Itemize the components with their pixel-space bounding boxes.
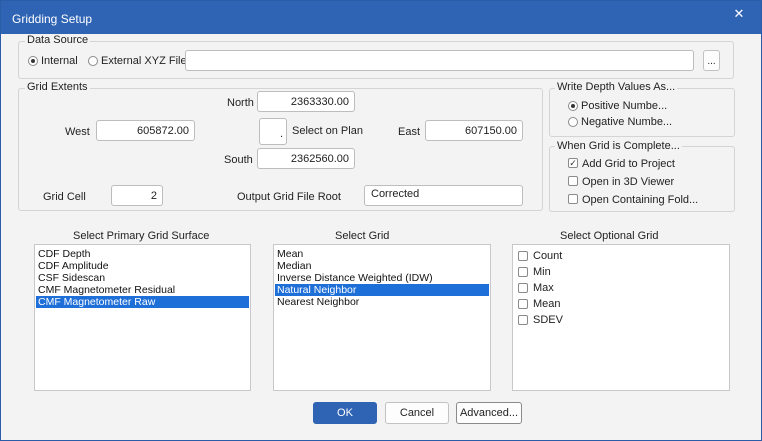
internal-radio[interactable] bbox=[28, 56, 38, 66]
max-label: Max bbox=[533, 282, 554, 294]
ok-button[interactable]: OK bbox=[313, 402, 377, 424]
window-title: Gridding Setup bbox=[12, 12, 93, 26]
primary-surface-list[interactable]: CDF Depth CDF Amplitude CSF Sidescan CMF… bbox=[34, 244, 251, 391]
min-label: Min bbox=[533, 266, 551, 278]
sdev-label: SDEV bbox=[533, 314, 563, 326]
list-item[interactable]: CSF Sidescan bbox=[36, 272, 249, 284]
external-xyz-label: External XYZ File bbox=[101, 55, 187, 67]
select-grid-list[interactable]: Mean Median Inverse Distance Weighted (I… bbox=[273, 244, 491, 391]
primary-surface-label: Select Primary Grid Surface bbox=[73, 230, 210, 242]
grid-cell-field[interactable]: 2 bbox=[111, 185, 163, 206]
output-grid-file-root-label: Output Grid File Root bbox=[237, 191, 341, 203]
mean-label: Mean bbox=[533, 298, 561, 310]
open-3d-viewer-checkbox[interactable] bbox=[568, 176, 578, 186]
list-item[interactable]: Nearest Neighbor bbox=[275, 296, 489, 308]
optional-grid-label: Select Optional Grid bbox=[560, 230, 659, 242]
output-grid-file-root-field[interactable]: Corrected bbox=[364, 185, 523, 206]
internal-label: Internal bbox=[41, 55, 78, 67]
negative-number-radio[interactable] bbox=[568, 117, 578, 127]
title-bar: Gridding Setup ✕ bbox=[1, 1, 761, 34]
data-source-label: Data Source bbox=[25, 34, 91, 46]
gridding-setup-dialog: Gridding Setup ✕ Data Source Internal Ex… bbox=[0, 0, 762, 441]
min-checkbox[interactable] bbox=[518, 267, 528, 277]
east-label: East bbox=[398, 126, 421, 138]
advanced-button[interactable]: Advanced... bbox=[456, 402, 522, 424]
list-item-selected[interactable]: Natural Neighbor bbox=[275, 284, 489, 296]
max-checkbox[interactable] bbox=[518, 283, 528, 293]
select-on-plan-button[interactable]: . bbox=[259, 118, 287, 145]
north-label: North bbox=[227, 97, 254, 109]
negative-number-label: Negative Numbe... bbox=[581, 116, 673, 128]
open-3d-viewer-label: Open in 3D Viewer bbox=[582, 176, 675, 188]
write-depth-label: Write Depth Values As... bbox=[555, 81, 678, 93]
positive-number-radio[interactable] bbox=[568, 101, 578, 111]
close-icon[interactable]: ✕ bbox=[728, 5, 750, 25]
south-field[interactable]: 2362560.00 bbox=[257, 148, 355, 169]
when-complete-label: When Grid is Complete... bbox=[555, 140, 682, 152]
add-grid-to-project-label: Add Grid to Project bbox=[582, 158, 675, 170]
west-field[interactable]: 605872.00 bbox=[96, 120, 195, 141]
list-item[interactable]: CMF Magnetometer Residual bbox=[36, 284, 249, 296]
external-xyz-radio[interactable] bbox=[88, 56, 98, 66]
add-grid-to-project-checkbox[interactable]: ✓ bbox=[568, 158, 578, 168]
external-file-path-field[interactable] bbox=[185, 50, 694, 71]
count-checkbox[interactable] bbox=[518, 251, 528, 261]
positive-number-label: Positive Numbe... bbox=[581, 100, 668, 112]
north-field[interactable]: 2363330.00 bbox=[257, 91, 355, 112]
mean-checkbox[interactable] bbox=[518, 299, 528, 309]
optional-grid-list[interactable]: Count Min Max Mean SDEV bbox=[512, 244, 730, 391]
grid-extents-label: Grid Extents bbox=[25, 81, 90, 93]
east-field[interactable]: 607150.00 bbox=[425, 120, 523, 141]
list-item[interactable]: CDF Amplitude bbox=[36, 260, 249, 272]
list-item[interactable]: Mean bbox=[275, 248, 489, 260]
list-item[interactable]: CDF Depth bbox=[36, 248, 249, 260]
open-containing-folder-checkbox[interactable] bbox=[568, 194, 578, 204]
list-item[interactable]: Inverse Distance Weighted (IDW) bbox=[275, 272, 489, 284]
select-on-plan-label: Select on Plan bbox=[292, 125, 363, 137]
select-grid-label: Select Grid bbox=[335, 230, 390, 242]
sdev-checkbox[interactable] bbox=[518, 315, 528, 325]
cancel-button[interactable]: Cancel bbox=[385, 402, 449, 424]
count-label: Count bbox=[533, 250, 563, 262]
south-label: South bbox=[224, 154, 253, 166]
west-label: West bbox=[65, 126, 90, 138]
write-depth-group bbox=[549, 88, 735, 137]
open-containing-folder-label: Open Containing Fold... bbox=[582, 194, 699, 206]
grid-cell-label: Grid Cell bbox=[43, 191, 86, 203]
list-item-selected[interactable]: CMF Magnetometer Raw bbox=[36, 296, 249, 308]
browse-button[interactable]: ... bbox=[703, 50, 720, 71]
list-item[interactable]: Median bbox=[275, 260, 489, 272]
